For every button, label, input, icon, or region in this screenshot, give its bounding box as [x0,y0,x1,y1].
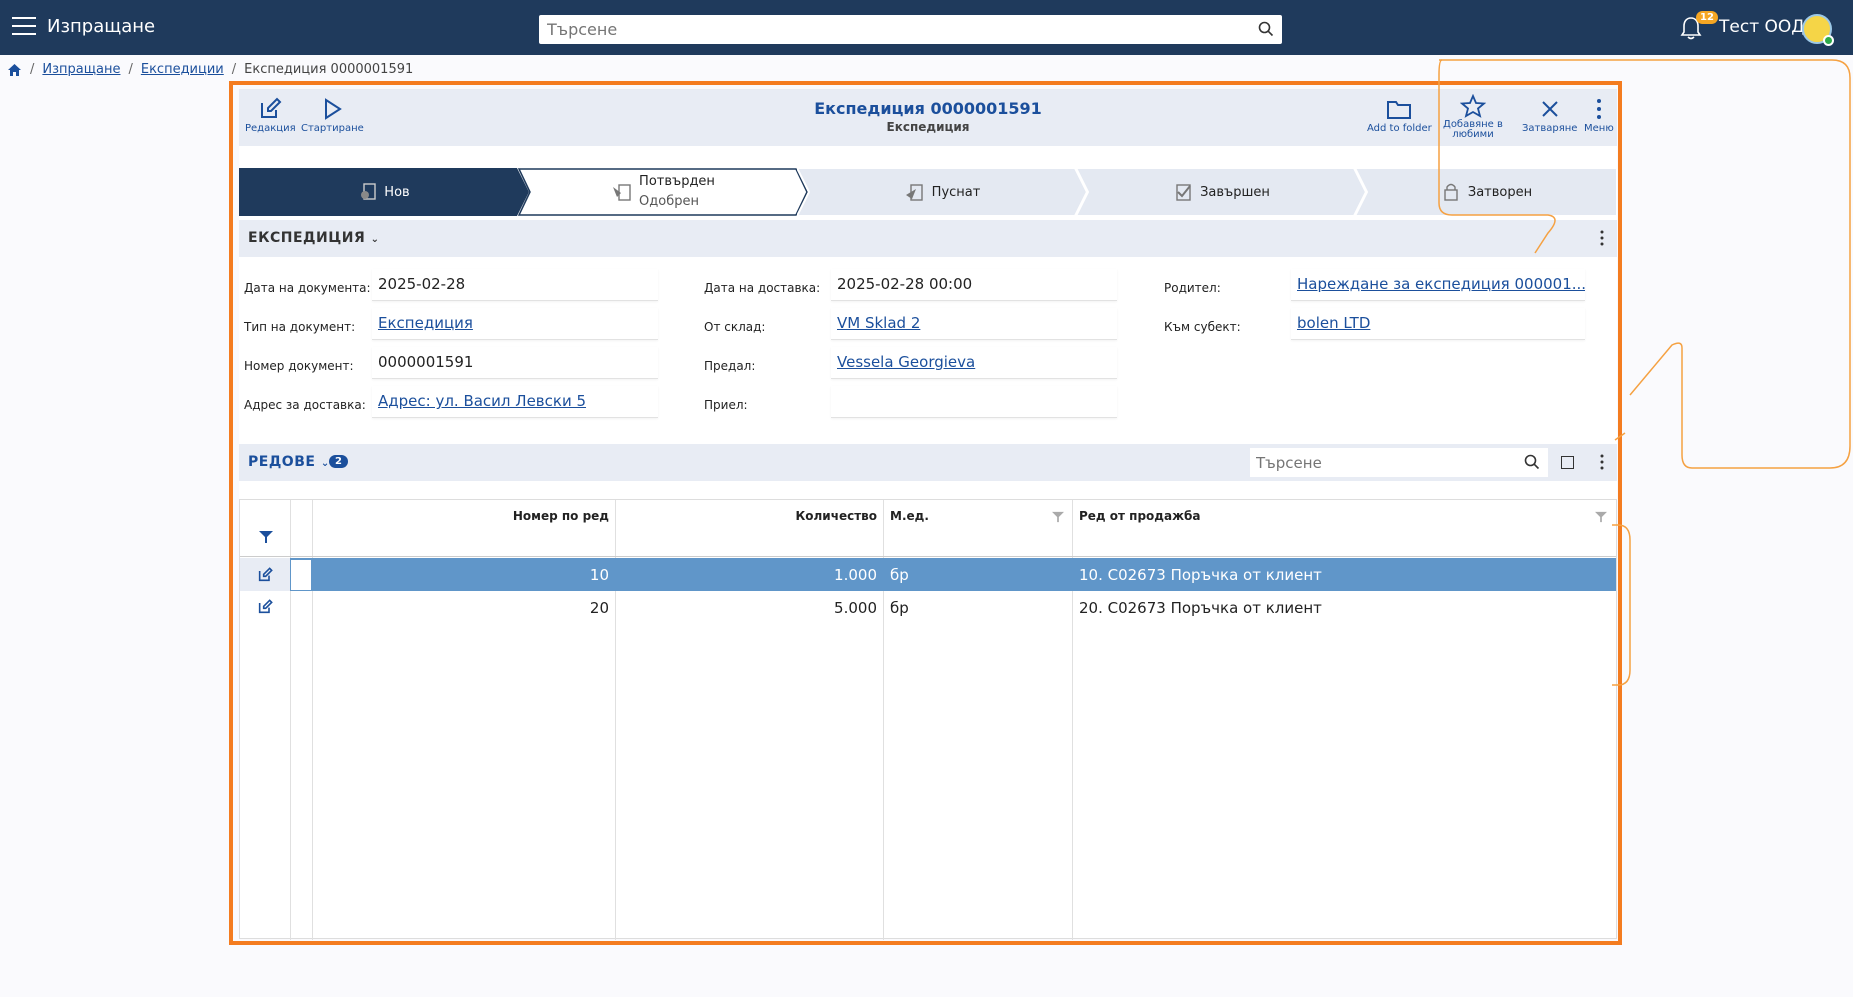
doc-date-label: Дата на документа: [244,281,371,295]
home-icon[interactable] [7,63,22,77]
breadcrumb: / Изпращане / Експедиции / Експедиция 00… [7,62,413,77]
cell-uom: бр [890,566,909,584]
handed-by-label: Предал: [704,359,756,373]
global-search-input[interactable] [539,15,1239,44]
row-selector[interactable] [291,560,311,590]
to-party-label: Към субект: [1164,320,1241,334]
lines-count-badge: 2 [329,455,348,468]
online-status-icon [1823,35,1834,46]
header-divider [240,556,1616,557]
cell-sales-line: 10. C02673 Поръчка от клиент [1079,566,1322,584]
cell-sales-line: 20. C02673 Поръчка от клиент [1079,599,1322,617]
pin-document-icon [613,184,631,201]
expedition-section-header[interactable]: ЕКСПЕДИЦИЯ ⌄ [239,220,1617,257]
status-steps: Нов Потвърден Одобрен Пуснат Завършен За… [239,168,1617,216]
status-step-sublabel: Одобрен [639,194,699,209]
status-step-label: Нов [384,184,410,200]
breadcrumb-link-expeditions[interactable]: Експедиции [141,62,224,77]
table-row[interactable]: 20 5.000 бр 20. C02673 Поръчка от клиент [240,591,1616,624]
breadcrumb-separator: / [30,62,35,77]
doc-number-field[interactable]: 0000001591 [372,347,658,379]
from-store-field: VM Sklad 2 [831,308,1117,340]
app-title: Изпращане [47,16,156,37]
notification-badge: 12 [1696,11,1718,24]
lines-grid: Номер по ред Количество М.ед. Ред от про… [239,499,1617,940]
doc-type-link[interactable]: Експедиция [378,314,473,332]
search-icon[interactable] [1258,21,1274,37]
cell-qty: 5.000 [834,599,877,617]
cell-line-no: 20 [589,599,609,617]
handed-by-link[interactable]: Vessela Georgieva [837,353,975,371]
breadcrumb-link-dispatch[interactable]: Изпращане [42,62,120,77]
hamburger-menu-icon[interactable] [12,17,36,37]
lines-section-header: РЕДОВЕ ⌄ 2 [239,444,1617,481]
cell-uom: бр [890,599,909,617]
top-bar: Изпращане 12 Тест ООД [0,0,1853,55]
received-by-label: Приел: [704,398,748,412]
status-step-new[interactable]: Нов [239,168,529,216]
doc-date-field[interactable]: 2025-02-28 [372,269,658,301]
document-toolbar: Редакция Стартиране Експедиция 000000159… [239,89,1617,146]
document-panel: Редакция Стартиране Експедиция 000000159… [239,89,1617,940]
folder-icon [1387,101,1412,119]
cell-qty: 1.000 [834,566,877,584]
status-step-label: Пуснат [931,184,981,200]
expedition-section-title: ЕКСПЕДИЦИЯ ⌄ [248,230,380,246]
doc-type-field: Експедиция [372,308,658,340]
column-header-sales-line[interactable]: Ред от продажба [1079,509,1201,523]
breadcrumb-separator: / [231,62,237,77]
handed-by-field: Vessela Georgieva [831,347,1117,379]
annotation-callout-lines [1438,59,1851,686]
gear-document-icon [361,183,376,200]
filter-icon[interactable] [1051,511,1065,523]
cell-line-no: 10 [589,566,609,584]
global-search [539,15,1282,44]
company-name[interactable]: Тест ООД [1719,17,1805,37]
lines-section-title[interactable]: РЕДОВЕ ⌄ [248,454,330,470]
parent-label: Родител: [1164,281,1221,295]
chevron-down-icon: ⌄ [370,234,380,245]
edit-icon[interactable] [257,599,273,615]
to-party-link[interactable]: bolen LTD [1297,314,1370,332]
delivery-address-field: Адрес: ул. Васил Левски 5 [372,386,658,418]
received-by-field[interactable] [831,386,1117,418]
doc-number-label: Номер документ: [244,359,354,373]
column-header-qty[interactable]: Количество [615,509,877,523]
column-header-line-no[interactable]: Номер по ред [312,509,609,523]
breadcrumb-current: Експедиция 0000001591 [244,62,414,77]
highlight-frame: Редакция Стартиране Експедиция 000000159… [229,81,1622,945]
from-store-label: От склад: [704,320,766,334]
table-row[interactable]: 10 1.000 бр 10. C02673 Поръчка от клиент [240,558,1616,591]
filter-icon[interactable] [258,530,274,544]
edit-icon[interactable] [257,567,273,583]
status-step-released[interactable]: Пуснат [797,168,1087,216]
status-step-label: Завършен [1200,184,1270,200]
status-step-completed[interactable]: Завършен [1076,168,1366,216]
status-step-label: Потвърден [639,174,715,189]
delivery-address-label: Адрес за доставка: [244,398,366,412]
column-header-uom[interactable]: М.ед. [890,509,929,523]
send-document-icon [905,184,923,201]
delivery-date-label: Дата на доставка: [704,281,821,295]
status-step-confirmed[interactable]: Потвърден Одобрен [518,168,808,216]
delivery-date-field[interactable]: 2025-02-28 00:00 [831,269,1117,301]
from-store-link[interactable]: VM Sklad 2 [837,314,920,332]
delivery-address-link[interactable]: Адрес: ул. Васил Левски 5 [378,392,586,410]
check-document-icon [1176,184,1191,201]
breadcrumb-separator: / [128,62,133,77]
doc-type-label: Тип на документ: [244,320,356,334]
